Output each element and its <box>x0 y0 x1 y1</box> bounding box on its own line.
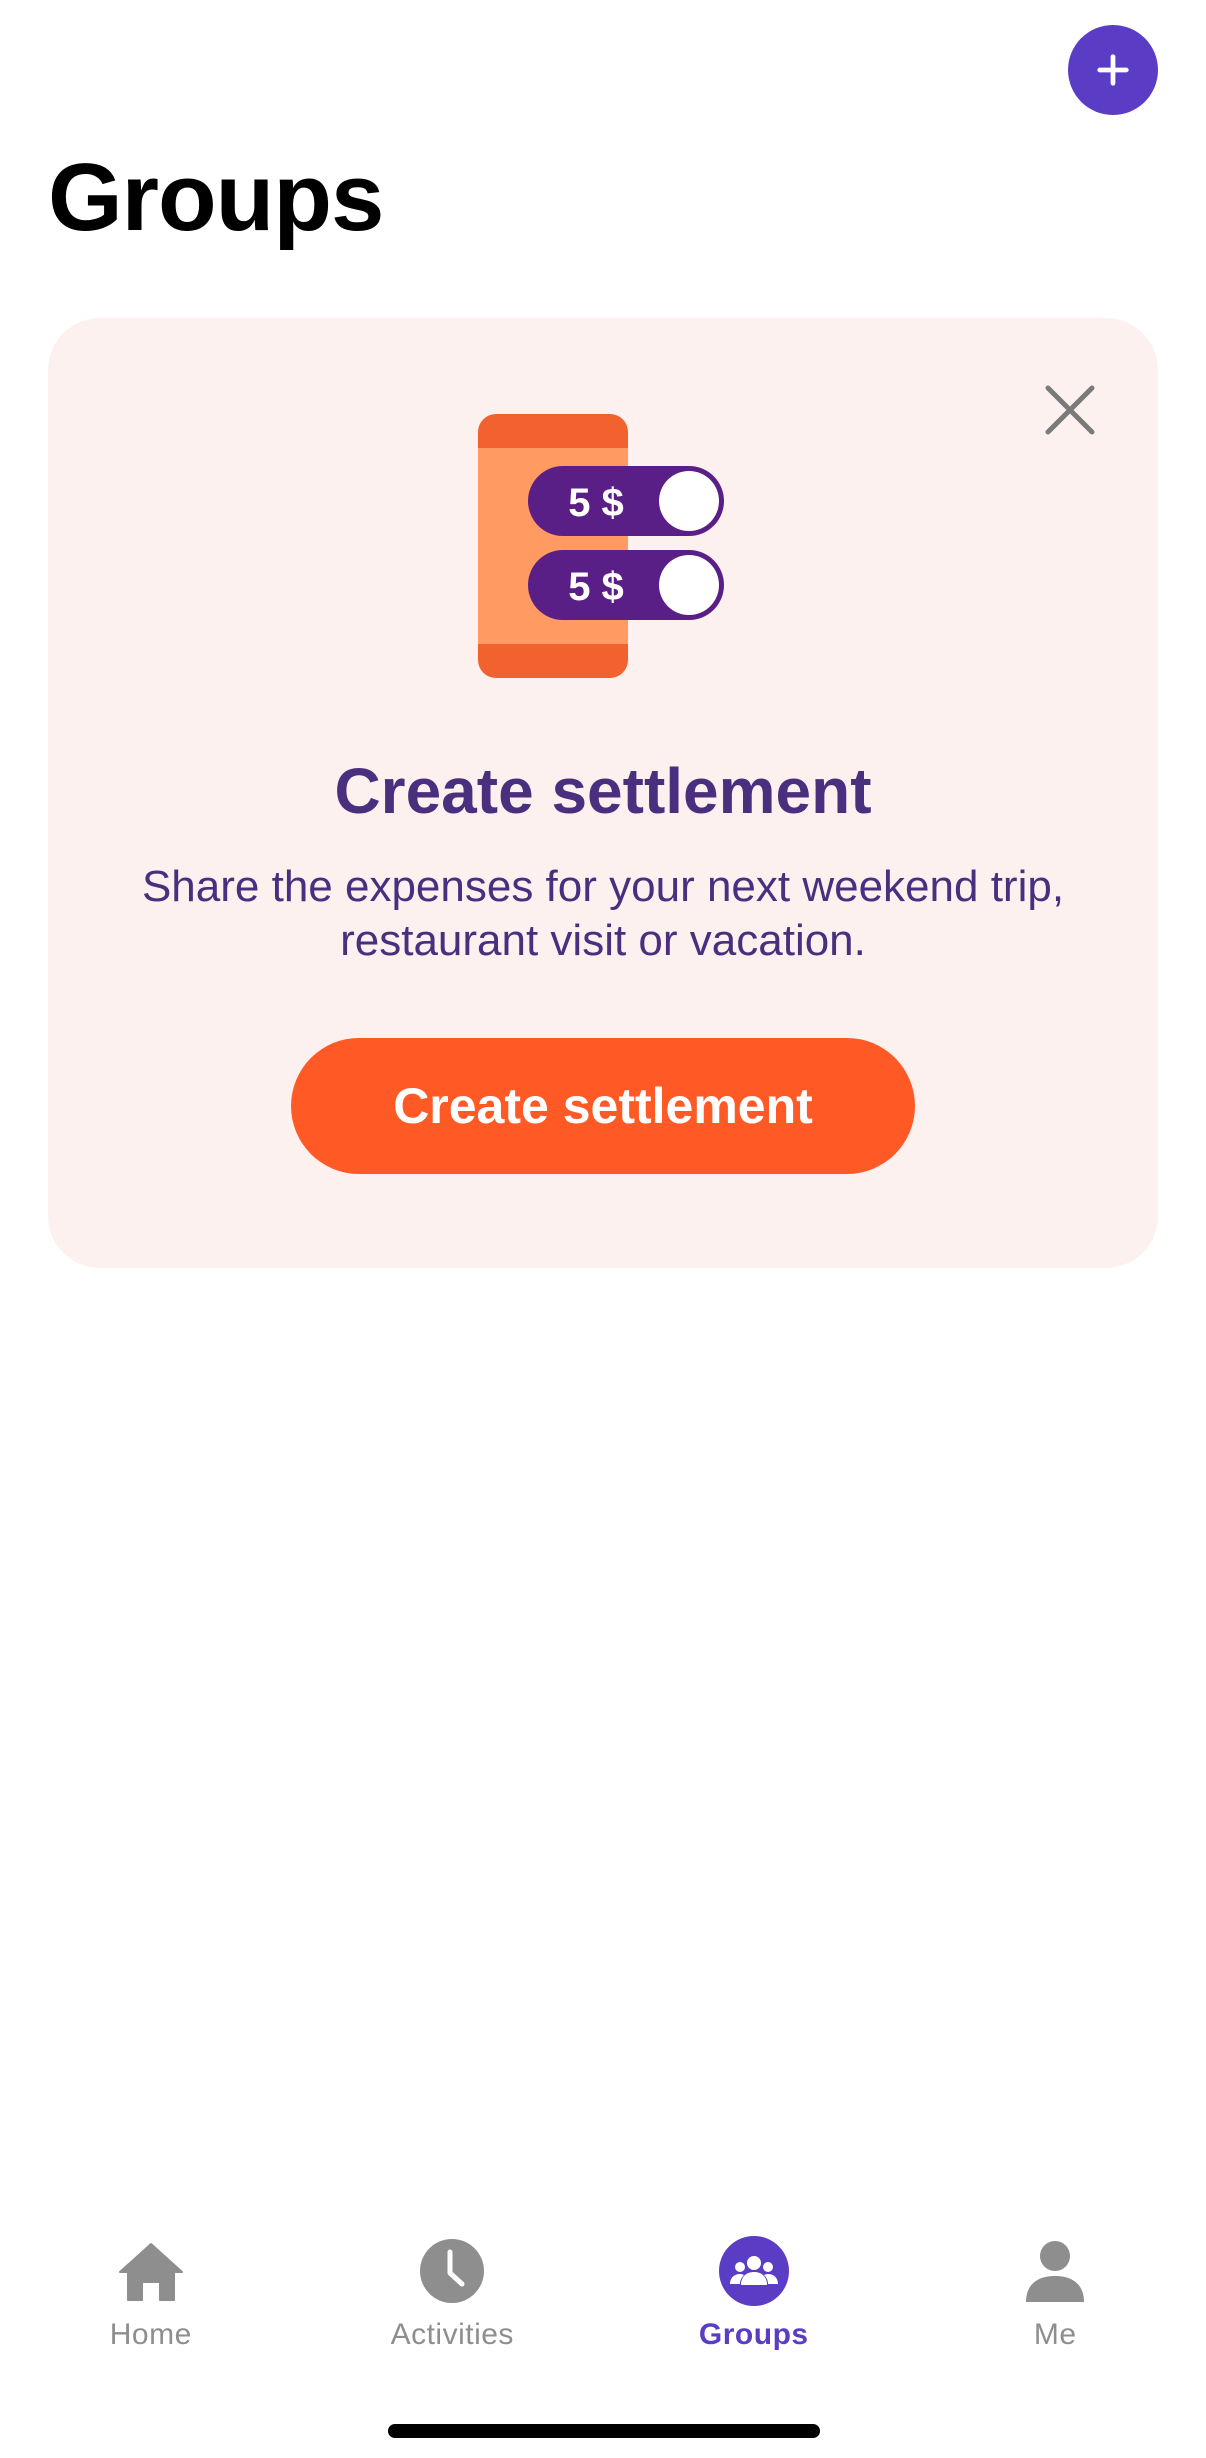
home-indicator <box>388 2424 820 2438</box>
create-settlement-button[interactable]: Create settlement <box>291 1038 915 1174</box>
tab-bar: Home Activities Groups Me <box>0 2220 1206 2380</box>
clock-icon <box>420 2239 485 2303</box>
close-promo-button[interactable] <box>1030 370 1110 450</box>
tab-home[interactable]: Home <box>0 2220 302 2380</box>
close-icon <box>1045 385 1095 435</box>
home-icon <box>118 2243 183 2301</box>
page-title: Groups <box>48 144 384 251</box>
amount-label-2: 5 $ <box>568 565 624 609</box>
groups-icon <box>718 2236 789 2306</box>
plus-icon <box>1097 54 1129 86</box>
tab-activities-label: Activities <box>390 2318 514 2351</box>
settlement-illustration: 5 $ 5 $ <box>478 414 724 678</box>
promo-title: Create settlement <box>334 755 872 827</box>
tab-home-label: Home <box>109 2318 192 2351</box>
tab-me[interactable]: Me <box>905 2220 1206 2380</box>
promo-description-line-1: Share the expenses for your next weekend… <box>141 862 1065 911</box>
tab-groups-label: Groups <box>698 2318 809 2351</box>
person-icon <box>1026 2241 1085 2302</box>
promo-description-line-2: restaurant visit or vacation. <box>340 916 866 965</box>
add-group-button[interactable] <box>1068 25 1158 115</box>
promo-description: Share the expenses for your next weekend… <box>110 860 1096 968</box>
tab-me-label: Me <box>1033 2318 1077 2351</box>
tab-activities[interactable]: Activities <box>302 2220 604 2380</box>
amount-label-1: 5 $ <box>568 481 624 525</box>
tab-groups[interactable]: Groups <box>603 2220 905 2380</box>
